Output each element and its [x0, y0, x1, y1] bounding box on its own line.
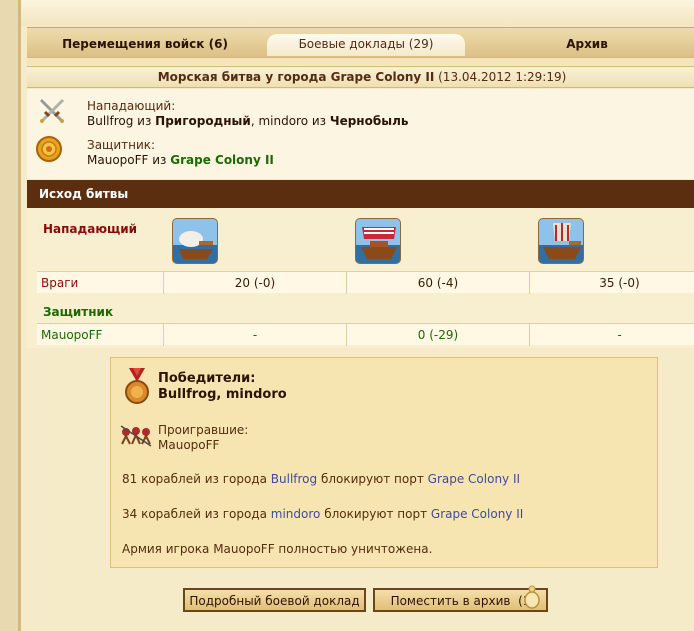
battle-table: Нападающий Враги 20 (-0) 60 (-4) 35 (-0)… — [27, 208, 694, 348]
defender-unit-3-count: - — [529, 324, 694, 346]
tab-bar: Перемещения войск (6) Боевые доклады (29… — [27, 27, 694, 57]
ambrosia-icon — [524, 585, 540, 609]
blockade-2-prefix: 34 кораблей из города — [122, 507, 271, 521]
tab-archive[interactable]: Архив — [487, 34, 687, 56]
detailed-report-button[interactable]: Подробный боевой доклад — [183, 588, 366, 612]
attacker-block: Нападающий: Bullfrog из Пригородный, min… — [87, 99, 408, 129]
attacker-from-1: из — [133, 114, 156, 128]
blockade-note-2: 34 кораблей из города mindoro блокируют … — [122, 507, 523, 521]
attacker-unit-3-count: 35 (-0) — [529, 272, 694, 294]
attacker-line: Bullfrog из Пригородный, mindoro из Черн… — [87, 114, 408, 129]
attacker-city-1[interactable]: Пригородный — [155, 114, 251, 128]
defender-row-name: MauopoFF — [41, 328, 103, 342]
report-title-text: Морская битва у города Grape Colony II — [157, 70, 435, 84]
defender-label: Защитник: — [87, 138, 156, 152]
defender-unit-1-count: - — [163, 324, 346, 346]
archive-button[interactable]: Поместить в архив (1 — [373, 585, 548, 612]
attacker-player-2[interactable]: mindoro — [258, 114, 308, 128]
blockade-2-middle: блокируют порт — [320, 507, 431, 521]
tab-troop-movements[interactable]: Перемещения войск (6) — [45, 34, 245, 56]
blockade-2-city[interactable]: Grape Colony II — [431, 507, 523, 521]
report-title: Морская битва у города Grape Colony II (… — [27, 66, 694, 88]
attacker-side-label: Нападающий — [43, 222, 138, 236]
attacker-from-2: из — [308, 114, 330, 128]
blockade-1-city[interactable]: Grape Colony II — [428, 472, 520, 486]
ram-ship-icon[interactable] — [172, 218, 218, 264]
defender-player[interactable]: MauopoFF — [87, 153, 148, 167]
blockade-1-prefix: 81 кораблей из города — [122, 472, 271, 486]
attacker-unit-1-count: 20 (-0) — [163, 272, 346, 294]
defender-units-row: MauopoFF - 0 (-29) - — [37, 323, 694, 346]
shield-coin-icon — [36, 136, 62, 162]
defender-side-label: Защитник — [43, 305, 114, 319]
losers-block: Проигравшие: MauopoFF — [158, 423, 248, 453]
participants-panel: Нападающий: Bullfrog из Пригородный, min… — [27, 89, 694, 179]
losers-label: Проигравшие: — [158, 423, 249, 437]
crossed-swords-icon — [39, 98, 65, 123]
defender-block: Защитник: MauopoFF из Grape Colony II — [87, 138, 274, 168]
defender-from: из — [148, 153, 171, 167]
outcome-header: Исход битвы — [27, 180, 694, 208]
battle-result-panel: Победители: Bullfrog, mindoro Проигравши… — [110, 357, 658, 568]
attacker-row-name: Враги — [41, 276, 79, 290]
tab-battle-reports[interactable]: Боевые доклады (29) — [267, 34, 465, 56]
blockade-1-player[interactable]: Bullfrog — [271, 472, 317, 486]
attacker-player-1[interactable]: Bullfrog — [87, 114, 133, 128]
tab-underline — [27, 57, 694, 65]
attacker-label: Нападающий: — [87, 99, 176, 113]
ballista-ship-icon[interactable] — [538, 218, 584, 264]
defender-city[interactable]: Grape Colony II — [170, 153, 274, 167]
archive-button-label: Поместить в архив — [390, 594, 511, 608]
frame-top — [21, 0, 694, 26]
defender-unit-2-count: 0 (-29) — [346, 324, 529, 346]
flamethrower-ship-icon[interactable] — [355, 218, 401, 264]
winners-block: Победители: Bullfrog, mindoro — [158, 371, 287, 403]
blockade-1-middle: блокируют порт — [317, 472, 428, 486]
defeated-soldiers-icon — [120, 425, 152, 447]
window-frame: Перемещения войск (6) Боевые доклады (29… — [18, 0, 694, 631]
army-destroyed-note: Армия игрока MauopoFF полностью уничтоже… — [122, 542, 433, 556]
winners-names: Bullfrog, mindoro — [158, 387, 287, 402]
losers-names: MauopoFF — [158, 438, 220, 452]
blockade-2-player[interactable]: mindoro — [271, 507, 321, 521]
attacker-unit-2-count: 60 (-4) — [346, 272, 529, 294]
blockade-note-1: 81 кораблей из города Bullfrog блокируют… — [122, 472, 520, 486]
winners-label: Победители: — [158, 371, 256, 386]
attacker-units-row: Враги 20 (-0) 60 (-4) 35 (-0) — [37, 271, 694, 294]
report-datetime: (13.04.2012 1:29:19) — [438, 70, 567, 84]
medal-icon — [125, 368, 149, 404]
attacker-city-2[interactable]: Чернобыль — [330, 114, 409, 128]
defender-line: MauopoFF из Grape Colony II — [87, 153, 274, 168]
